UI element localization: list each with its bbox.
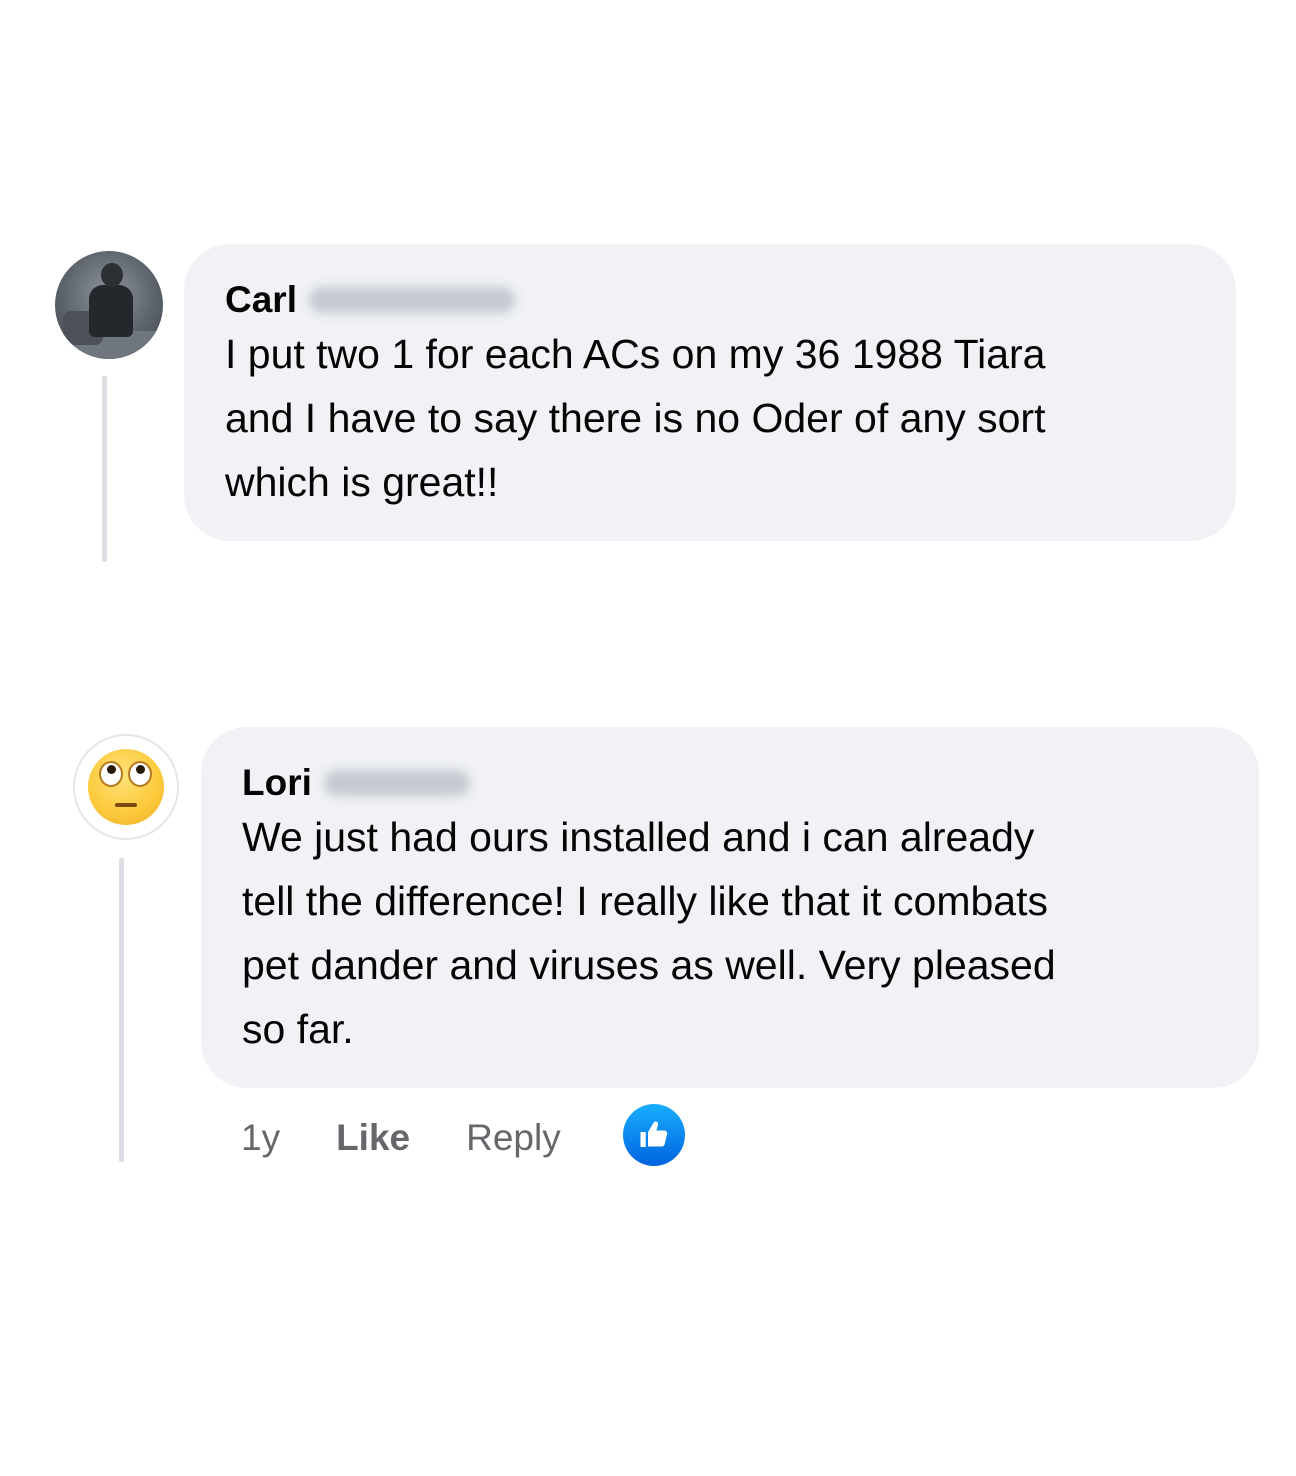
avatar-carl[interactable] bbox=[55, 251, 163, 359]
comment-text-line: which is great!! bbox=[225, 459, 499, 505]
emoji-eye bbox=[99, 761, 123, 787]
comment-timestamp[interactable]: 1y bbox=[241, 1117, 280, 1159]
comment-text-line: and I have to say there is no Oder of an… bbox=[225, 395, 1046, 441]
blurred-surname bbox=[308, 287, 515, 313]
comment-bubble: Lori We just had ours installed and i ca… bbox=[201, 727, 1259, 1088]
avatar-lori[interactable] bbox=[73, 734, 179, 840]
like-button[interactable]: Like bbox=[336, 1117, 410, 1159]
comment-text-line: so far. bbox=[242, 1006, 354, 1052]
emoji-mouth bbox=[115, 803, 137, 807]
thumbs-up-glyph bbox=[640, 1121, 667, 1147]
comment-author-name[interactable]: Lori bbox=[242, 761, 312, 805]
comment-actions: 1y Like Reply bbox=[241, 1104, 685, 1168]
emoji-eye bbox=[128, 761, 152, 787]
comment-author-name[interactable]: Carl bbox=[225, 278, 297, 322]
reply-button[interactable]: Reply bbox=[466, 1117, 561, 1159]
avatar-photo-figure bbox=[89, 285, 133, 337]
thread-connector-line bbox=[119, 858, 124, 1162]
comment-author-row: Carl bbox=[225, 278, 1196, 322]
comment-text: We just had ours installed and i can alr… bbox=[242, 805, 1219, 1061]
thread-connector-line bbox=[102, 376, 107, 562]
comment-text-line: We just had ours installed and i can alr… bbox=[242, 814, 1035, 860]
comment-text-line: pet dander and viruses as well. Very ple… bbox=[242, 942, 1056, 988]
comment-text-line: tell the difference! I really like that … bbox=[242, 878, 1048, 924]
comment-bubble: Carl I put two 1 for each ACs on my 36 1… bbox=[184, 244, 1236, 541]
comment-text: I put two 1 for each ACs on my 36 1988 T… bbox=[225, 322, 1196, 514]
comment-author-row: Lori bbox=[242, 761, 1219, 805]
blurred-surname bbox=[323, 770, 470, 796]
avatar-photo-head bbox=[101, 263, 123, 287]
face-with-rolling-eyes-icon bbox=[88, 749, 164, 825]
comment-text-line: I put two 1 for each ACs on my 36 1988 T… bbox=[225, 331, 1046, 377]
thumbs-up-icon[interactable] bbox=[622, 1104, 685, 1166]
